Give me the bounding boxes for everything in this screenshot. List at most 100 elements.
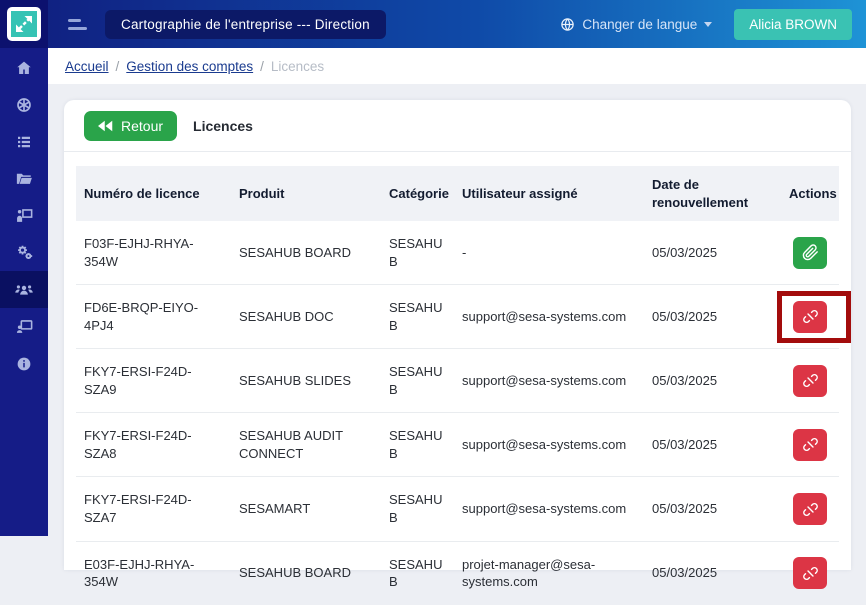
product-cell: SESAHUB AUDIT CONNECT [231,413,381,477]
person-board-icon [15,206,34,225]
breadcrumb-accueil[interactable]: Accueil [65,59,109,74]
product-cell: SESAHUB DOC [231,285,381,349]
row-action-button[interactable] [793,237,827,269]
product-cell: SESAHUB BOARD [231,541,381,605]
assigned-user-cell: support@sesa-systems.com [454,413,644,477]
licences-table-wrap: Numéro de licence Produit Catégorie Util… [64,152,851,605]
sidebar-item-folders[interactable] [0,160,48,197]
assigned-user-cell: support@sesa-systems.com [454,349,644,413]
col-header-license: Numéro de licence [76,166,231,221]
license-number-cell: FKY7-ERSI-F24D-SZA8 [76,413,231,477]
sidebar-item-users[interactable] [0,271,48,308]
sesa-logo-icon [7,7,41,41]
info-icon [15,355,33,373]
sidebar-item-dashboard[interactable] [0,86,48,123]
table-row: FKY7-ERSI-F24D-SZA8 SESAHUB AUDIT CONNEC… [76,413,839,477]
table-row: FKY7-ERSI-F24D-SZA9 SESAHUB SLIDES SESAH… [76,349,839,413]
breadcrumb-current-licences: Licences [271,59,324,74]
category-cell: SESAHUB [381,285,454,349]
users-group-icon [14,280,34,300]
folder-open-icon [15,170,33,188]
assigned-user-cell: - [454,221,644,285]
action-cell-wrap [793,365,827,397]
actions-cell [781,413,839,477]
table-row: E03F-EJHJ-RHYA-354W SESAHUB BOARD SESAHU… [76,541,839,605]
row-action-button[interactable] [793,365,827,397]
sidebar-item-list[interactable] [0,123,48,160]
sidebar-item-training[interactable] [0,197,48,234]
license-number-cell: F03F-EJHJ-RHYA-354W [76,221,231,285]
action-cell-wrap [793,301,827,333]
action-cell-wrap [793,493,827,525]
licences-table: Numéro de licence Produit Catégorie Util… [76,166,839,605]
language-dropdown[interactable]: Changer de langue [560,17,712,32]
table-row: FKY7-ERSI-F24D-SZA7 SESAMART SESAHUB sup… [76,477,839,541]
action-cell-wrap [793,557,827,589]
assigned-user-cell: support@sesa-systems.com [454,285,644,349]
actions-cell [781,477,839,541]
col-header-product: Produit [231,166,381,221]
actions-cell [781,221,839,285]
sidebar-item-home[interactable] [0,49,48,86]
breadcrumb-gestion-des-comptes[interactable]: Gestion des comptes [126,59,253,74]
row-action-button[interactable] [793,557,827,589]
category-cell: SESAHUB [381,477,454,541]
row-action-button[interactable] [793,301,827,333]
language-label: Changer de langue [582,17,697,32]
chevron-down-icon [704,22,712,27]
app-logo[interactable] [0,0,48,48]
table-body: F03F-EJHJ-RHYA-354W SESAHUB BOARD SESAHU… [76,221,839,605]
breadcrumb: Accueil / Gestion des comptes / Licences [48,48,866,84]
product-cell: SESAMART [231,477,381,541]
license-number-cell: FD6E-BRQP-EIYO-4PJ4 [76,285,231,349]
sidebar-item-settings[interactable] [0,234,48,271]
col-header-category: Catégorie [381,166,454,221]
table-row: F03F-EJHJ-RHYA-354W SESAHUB BOARD SESAHU… [76,221,839,285]
renewal-date-cell: 05/03/2025 [644,349,781,413]
category-cell: SESAHUB [381,541,454,605]
globe-icon [560,17,575,32]
action-cell-wrap [793,429,827,461]
actions-cell [781,285,839,349]
back-button-label: Retour [121,118,163,134]
card-header: Retour Licences [64,100,851,152]
sidebar-item-info[interactable] [0,345,48,382]
person-screen-icon [15,317,34,336]
col-header-actions: Actions [781,166,839,221]
actions-cell [781,349,839,413]
user-menu-button[interactable]: Alicia BROWN [734,9,852,40]
gears-icon [15,243,34,262]
card-title: Licences [193,118,253,134]
renewal-date-cell: 05/03/2025 [644,413,781,477]
paperclip-icon [802,244,819,261]
license-number-cell: FKY7-ERSI-F24D-SZA9 [76,349,231,413]
renewal-date-cell: 05/03/2025 [644,285,781,349]
rewind-icon [98,120,113,132]
assigned-user-cell: projet-manager@sesa-systems.com [454,541,644,605]
row-action-button[interactable] [793,429,827,461]
table-header-row: Numéro de licence Produit Catégorie Util… [76,166,839,221]
list-icon [15,133,33,151]
table-row: FD6E-BRQP-EIYO-4PJ4 SESAHUB DOC SESAHUB … [76,285,839,349]
unlink-icon [802,372,819,389]
breadcrumb-separator: / [116,59,120,74]
unlink-icon [802,436,819,453]
unlink-icon [802,501,819,518]
row-action-button[interactable] [793,493,827,525]
category-cell: SESAHUB [381,413,454,477]
unlink-icon [802,565,819,582]
home-icon [15,59,33,77]
renewal-date-cell: 05/03/2025 [644,541,781,605]
licences-card: Retour Licences Numéro de licence Produi… [64,100,851,570]
col-header-user: Utilisateur assigné [454,166,644,221]
menu-toggle-icon[interactable] [68,19,87,30]
actions-cell [781,541,839,605]
sidebar-item-remote-session[interactable] [0,308,48,345]
dashboard-icon [15,96,33,114]
unlink-icon [802,308,819,325]
action-cell-wrap [793,237,827,269]
sidebar [0,48,48,536]
back-button[interactable]: Retour [84,111,177,141]
top-navbar: Cartographie de l'entreprise --- Directi… [0,0,866,48]
license-number-cell: FKY7-ERSI-F24D-SZA7 [76,477,231,541]
